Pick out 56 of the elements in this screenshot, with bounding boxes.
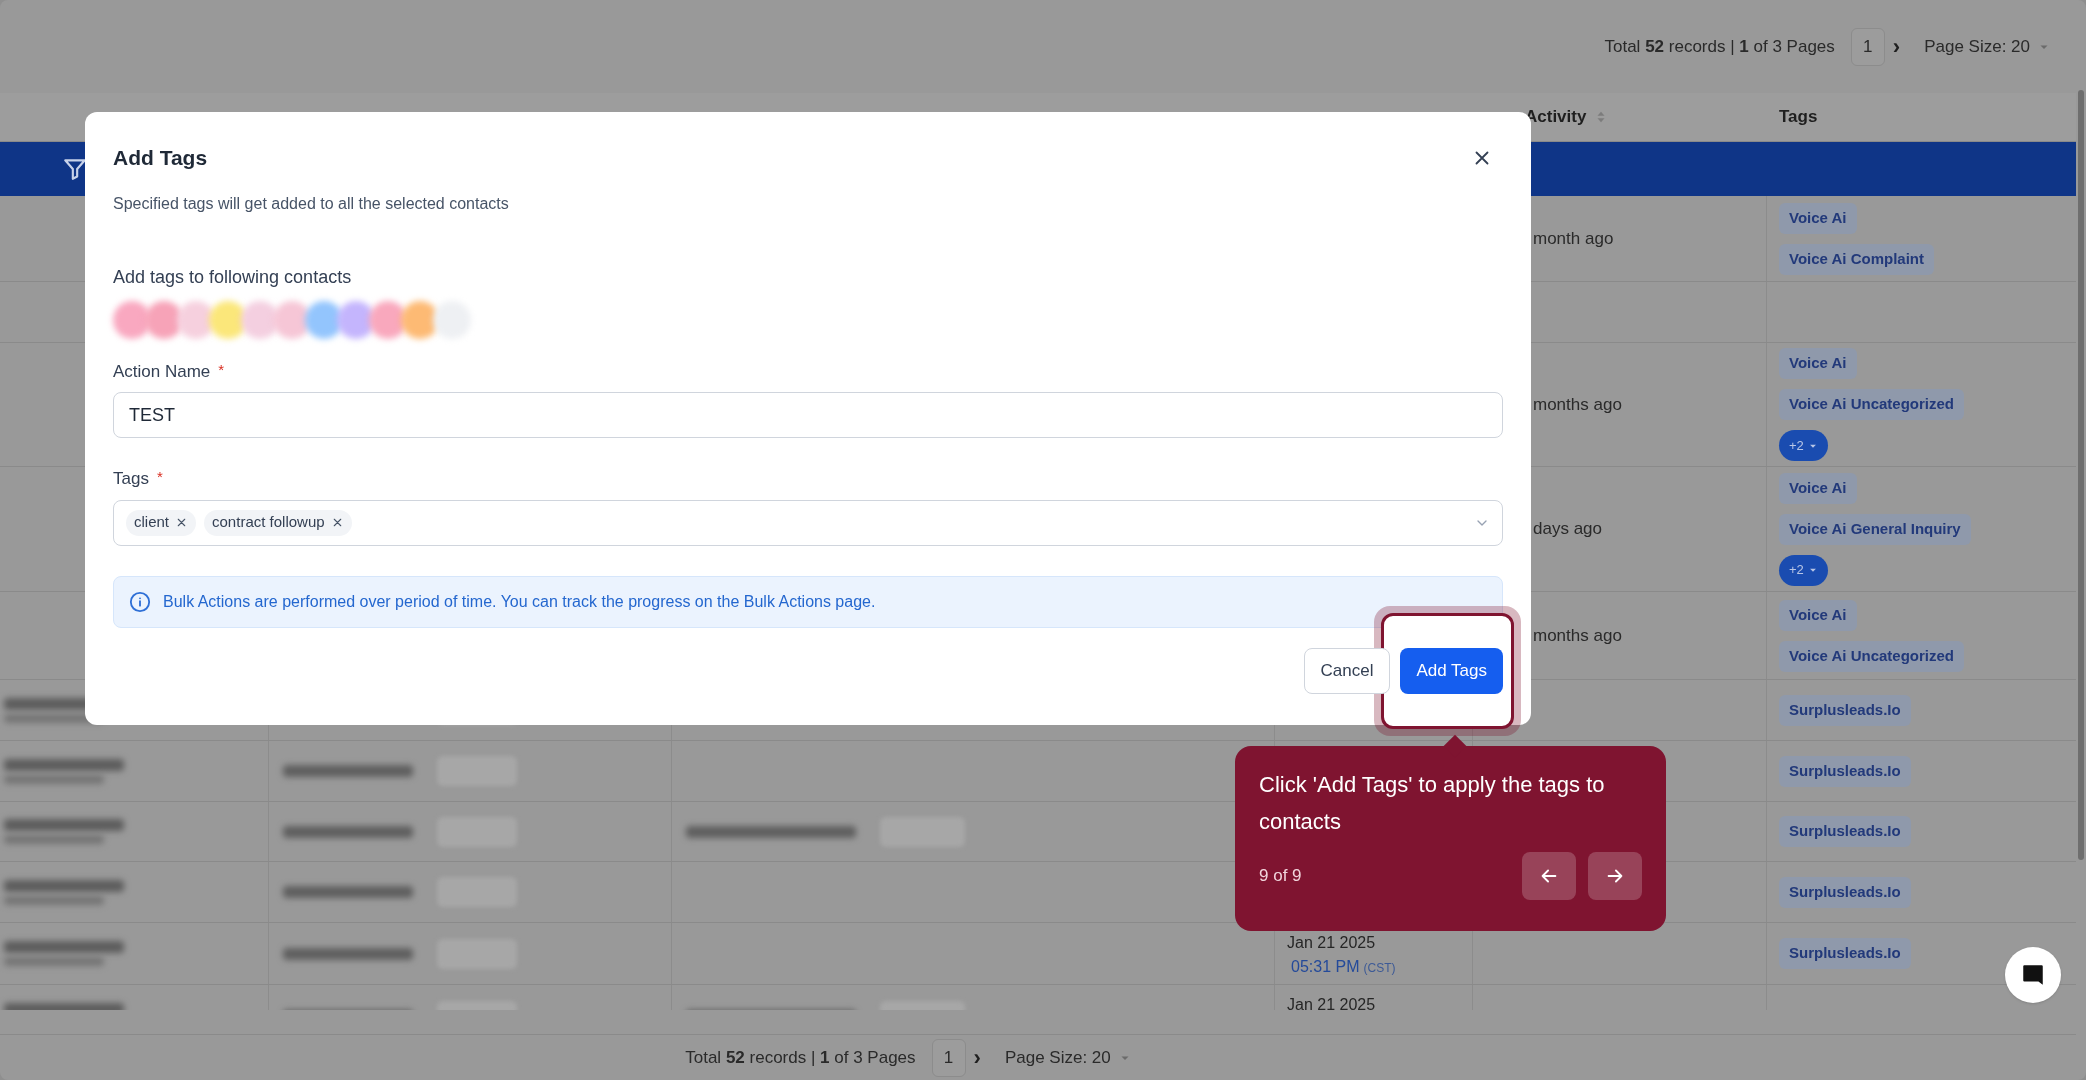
record-count: Total 52 records | 1 of 3 Pages bbox=[1604, 35, 1835, 58]
section-label: Add tags to following contacts bbox=[113, 265, 353, 289]
tooltip-text: Click 'Add Tags' to apply the tags to contacts bbox=[1259, 771, 1606, 836]
tag-chip: Voice Ai bbox=[1779, 348, 1857, 379]
activity-text: month ago bbox=[1533, 227, 1615, 250]
previous-button[interactable] bbox=[1522, 852, 1576, 900]
tag-chip: Surplusleads.Io bbox=[1779, 816, 1911, 847]
more-tags-button[interactable]: +2 bbox=[1779, 430, 1828, 461]
info-text: Bulk Actions are performed over period of time. You can track the progress on the Bulk Actions page. bbox=[163, 591, 876, 612]
field-label: Tags bbox=[113, 468, 149, 490]
modal-title: Add Tags bbox=[113, 145, 208, 171]
next-button[interactable] bbox=[1588, 852, 1642, 900]
modal-subtitle: Specified tags will get added to all the selected contacts bbox=[113, 193, 510, 214]
tag-chip: contract followup bbox=[204, 509, 352, 536]
action-name-input[interactable]: TEST bbox=[113, 392, 1503, 438]
time-text: 05:31 PM bbox=[1291, 957, 1360, 977]
field-label: Action Name bbox=[113, 360, 211, 383]
filter-icon bbox=[62, 156, 88, 182]
add-tags-button[interactable]: Add Tags bbox=[1400, 647, 1503, 694]
activity-text: months ago bbox=[1533, 624, 1623, 647]
tag-chip: Surplusleads.Io bbox=[1779, 694, 1911, 726]
tag-chip: client bbox=[126, 509, 197, 536]
tag-chip: Surplusleads.Io bbox=[1779, 876, 1911, 908]
next-page-button[interactable]: › bbox=[973, 1046, 981, 1069]
column-header: Activity bbox=[1525, 106, 1587, 129]
chat-bubble-icon bbox=[2020, 962, 2046, 988]
activity-text: months ago bbox=[1533, 393, 1623, 416]
tag-chip: Voice Ai bbox=[1779, 472, 1857, 504]
info-icon bbox=[129, 590, 151, 613]
column-header: Tags bbox=[1779, 106, 1818, 129]
timezone-text: (CST) bbox=[1363, 960, 1396, 977]
scrollbar[interactable] bbox=[2078, 90, 2084, 860]
record-count: Total 52 records | 1 of 3 Pages bbox=[685, 1046, 916, 1069]
more-tags-button[interactable]: +2 bbox=[1779, 554, 1828, 586]
step-counter: 9 of 9 bbox=[1259, 865, 1302, 888]
tag-chip: Voice Ai bbox=[1779, 202, 1857, 234]
tag-chip: Surplusleads.Io bbox=[1779, 938, 1911, 969]
page-size-dropdown[interactable]: Page Size: 20 bbox=[1924, 33, 2050, 60]
tag-chip: Surplusleads.Io bbox=[1779, 755, 1911, 787]
page-size-dropdown[interactable]: Page Size: 20 bbox=[1004, 1044, 1131, 1071]
tag-chip: Voice Ai bbox=[1779, 599, 1857, 631]
activity-text: days ago bbox=[1533, 518, 1603, 541]
tag-chip: Voice Ai Uncategorized bbox=[1779, 640, 1965, 672]
cancel-button[interactable]: Cancel bbox=[1303, 647, 1391, 694]
next-page-button[interactable]: › bbox=[1892, 35, 1901, 58]
date-text: Jan 21 2025 bbox=[1287, 933, 1377, 953]
tag-chip: Voice Ai General Inquiry bbox=[1779, 513, 1971, 545]
page-number-button[interactable]: 1 bbox=[1850, 27, 1885, 66]
date-text: Jan 21 2025 bbox=[1287, 995, 1377, 1010]
chat-button[interactable] bbox=[2005, 947, 2061, 1003]
tag-chip: Voice Ai Complaint bbox=[1779, 243, 1934, 275]
page-number-button[interactable]: 1 bbox=[931, 1038, 966, 1077]
tag-chip: Voice Ai Uncategorized bbox=[1779, 389, 1965, 420]
tags-select[interactable]: client contract followup bbox=[113, 499, 1503, 546]
required-mark: * bbox=[218, 359, 225, 380]
required-mark: * bbox=[156, 467, 163, 487]
